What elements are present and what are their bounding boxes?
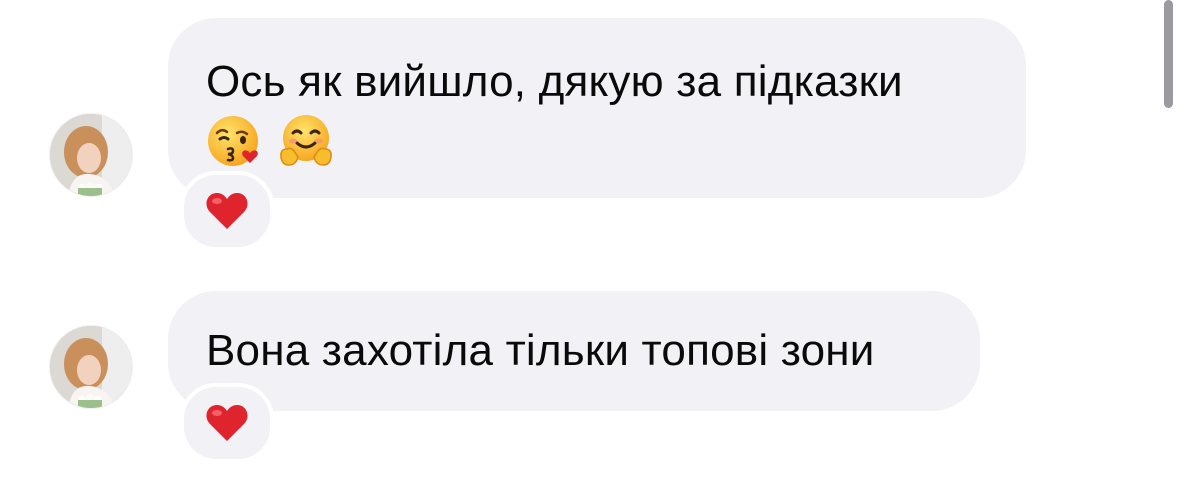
reaction-badge[interactable] [180, 383, 274, 463]
message-bubble[interactable]: Вона захотіла тільки топові зони [168, 291, 980, 411]
message-text: Ось як вийшло, дякую за підказки [206, 57, 903, 106]
scrollbar-thumb[interactable] [1164, 0, 1173, 108]
message-text: Вона захотіла тільки топові зони [206, 326, 875, 375]
hugging-face-icon [280, 115, 332, 166]
sender-avatar[interactable] [50, 114, 132, 196]
chat-thread: Ось як вийшло, дякую за підказки Вона за… [0, 0, 1179, 492]
red-heart-icon [206, 193, 248, 229]
sender-avatar[interactable] [50, 326, 132, 408]
kissing-face-with-heart-icon [208, 116, 258, 166]
message-emoji-row [206, 113, 988, 169]
message-bubble[interactable]: Ось як вийшло, дякую за підказки [168, 18, 1026, 198]
reaction-badge[interactable] [180, 171, 274, 251]
red-heart-icon [206, 405, 248, 441]
